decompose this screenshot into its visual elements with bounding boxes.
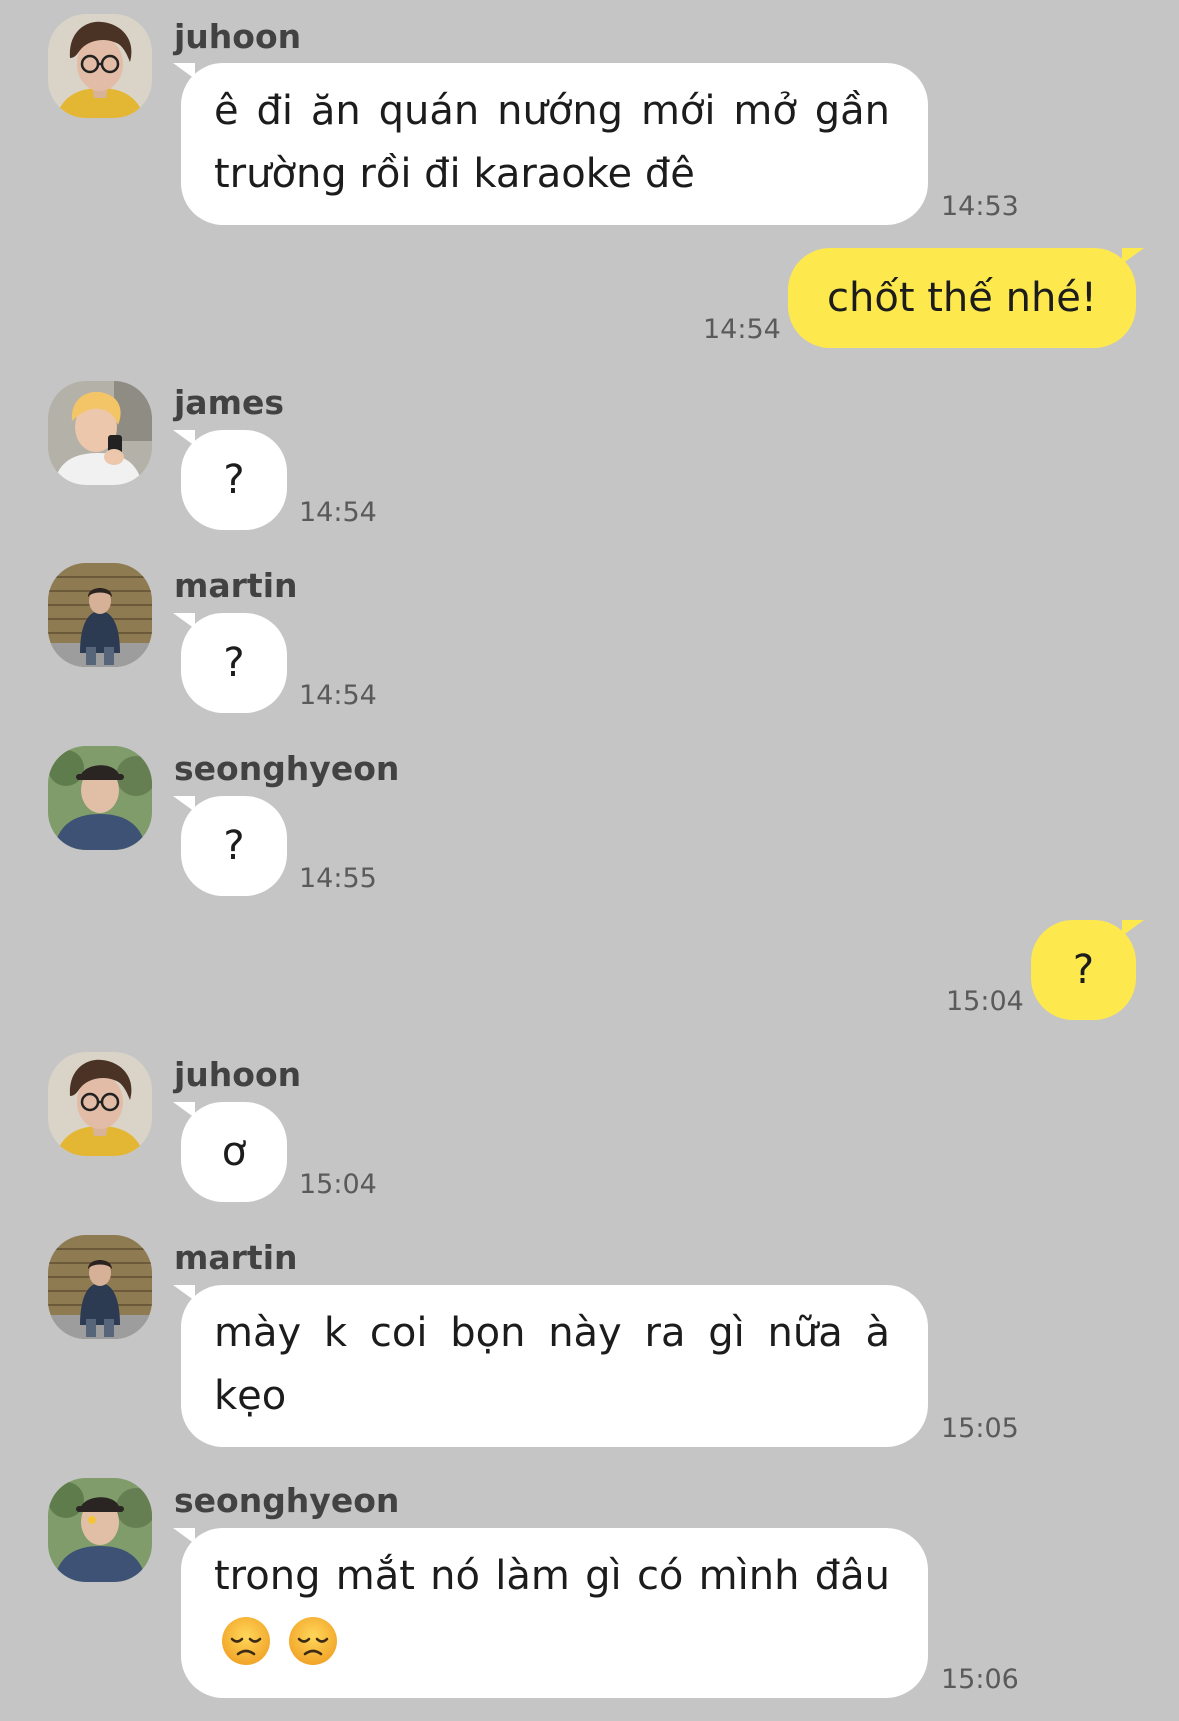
message-bubble[interactable]: ? (173, 430, 287, 530)
avatar-juhoon[interactable] (48, 14, 152, 118)
sender-name: martin (174, 1238, 298, 1277)
message-text: mày k coi bọn này ra gì nữa à kẹo (214, 1310, 890, 1419)
sender-name: martin (174, 566, 298, 605)
sender-name: james (174, 383, 284, 422)
message-bubble[interactable]: mày k coi bọn này ra gì nữa à kẹo (173, 1285, 928, 1447)
message-bubble[interactable]: ? (1031, 920, 1144, 1020)
message-text: ơ (221, 1129, 247, 1175)
message-bubble[interactable]: ơ (173, 1102, 287, 1202)
message-text: ê đi ăn quán nướng mới mở gần trường rồi… (214, 88, 890, 197)
message-text: ? (1072, 947, 1095, 993)
message-time: 14:54 (299, 680, 377, 711)
avatar-image (48, 1052, 152, 1156)
avatar-seonghyeon[interactable] (48, 1478, 152, 1582)
avatar-image (48, 563, 152, 667)
message-time: 15:06 (941, 1664, 1019, 1695)
avatar-image (48, 14, 152, 118)
avatar-james[interactable] (48, 381, 152, 485)
message-bubble[interactable]: chốt thế nhé! (788, 248, 1144, 348)
avatar-image (48, 1235, 152, 1339)
message-bubble[interactable]: ? (173, 796, 287, 896)
sender-name: seonghyeon (174, 1481, 400, 1520)
message-time: 15:04 (946, 986, 1024, 1017)
message-time: 14:55 (299, 863, 377, 894)
sender-name: juhoon (174, 17, 302, 56)
avatar-martin[interactable] (48, 563, 152, 667)
message-time: 14:54 (299, 497, 377, 528)
avatar-image (48, 381, 152, 485)
avatar-martin[interactable] (48, 1235, 152, 1339)
message-time: 15:04 (299, 1169, 377, 1200)
sender-name: seonghyeon (174, 749, 400, 788)
message-text: ? (223, 823, 245, 869)
disappointed-face-emoji (220, 1615, 272, 1667)
message-time: 15:05 (941, 1413, 1019, 1444)
message-text: ? (223, 640, 245, 686)
message-bubble[interactable]: ê đi ăn quán nướng mới mở gần trường rồi… (173, 63, 928, 225)
avatar-image (48, 1478, 152, 1582)
message-text: ? (223, 457, 245, 503)
message-bubble[interactable]: trong mắt nó làm gì có mình đâu (173, 1528, 928, 1698)
avatar-seonghyeon[interactable] (48, 746, 152, 850)
message-time: 14:53 (941, 191, 1019, 222)
message-bubble[interactable]: ? (173, 613, 287, 713)
message-text: trong mắt nó làm gì có mình đâu (214, 1553, 890, 1599)
avatar-juhoon[interactable] (48, 1052, 152, 1156)
disappointed-face-emoji (287, 1615, 339, 1667)
avatar-image (48, 746, 152, 850)
message-text: chốt thế nhé! (827, 275, 1097, 321)
message-time: 14:54 (703, 314, 781, 345)
sender-name: juhoon (174, 1055, 302, 1094)
